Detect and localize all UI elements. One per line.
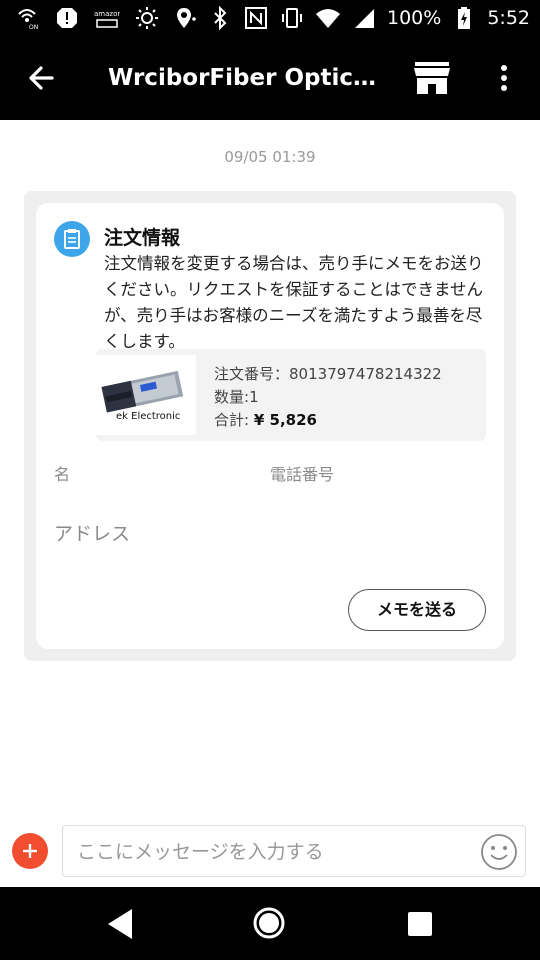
nav-recents-icon[interactable] <box>408 912 432 936</box>
clock: 5:52 <box>487 7 530 29</box>
product-info: 注文番号：8013797478214322 数量:1 合計: ¥ 5,826 <box>214 363 442 432</box>
product-image[interactable]: ek Electronic <box>86 355 196 435</box>
phone-label: 電話番号 <box>270 465 335 484</box>
order-card: 注文情報 注文情報を変更する場合は、売り手にメモをお送りください。リクエストを保… <box>36 203 504 649</box>
order-number-label: 注文番号： <box>214 365 290 383</box>
address-label: アドレス <box>54 523 131 545</box>
product-summary[interactable]: ek Electronic 注文番号：8013797478214322 数量:1… <box>86 349 486 441</box>
total-label: 合計: <box>214 411 250 429</box>
nav-back-icon[interactable] <box>106 907 136 941</box>
nfc-icon <box>243 5 269 31</box>
back-arrow-icon[interactable] <box>22 58 62 98</box>
system-nav-bar <box>0 887 540 960</box>
message-timestamp: 09/05 01:39 <box>224 148 316 166</box>
amazon-icon: amazon <box>94 5 120 31</box>
battery-icon <box>451 5 477 31</box>
emoji-icon[interactable] <box>480 833 518 871</box>
order-number-row: 注文番号：8013797478214322 <box>214 363 442 386</box>
svg-text:ON: ON <box>29 24 38 30</box>
order-card-title: 注文情報 <box>104 227 181 249</box>
status-bar: ON amazon 100% 5:52 <box>0 0 540 36</box>
quantity-label: 数量: <box>214 388 250 406</box>
alert-icon <box>54 5 80 31</box>
chat-title: WrciborFiber Optical... <box>108 65 388 91</box>
wifi-icon <box>315 5 341 31</box>
message-input[interactable]: ここにメッセージを入力する <box>62 825 526 877</box>
nav-home-icon[interactable] <box>252 906 286 940</box>
order-card-description: 注文情報を変更する場合は、売り手にメモをお送りください。リクエストを保証すること… <box>104 254 484 351</box>
wifi-calling-icon: ON <box>14 5 40 31</box>
chat-content[interactable]: 09/05 01:39 注文情報 注文情報を変更する場合は、売り手にメモをお送り… <box>0 120 540 825</box>
clipboard-icon <box>54 221 90 257</box>
brightness-icon <box>134 5 160 31</box>
send-memo-button[interactable]: メモを送る <box>348 589 486 631</box>
vibrate-icon <box>279 5 305 31</box>
more-vert-icon[interactable] <box>492 58 516 98</box>
svg-text:amazon: amazon <box>94 10 120 18</box>
name-label: 名 <box>54 465 71 484</box>
app-bar: WrciborFiber Optical... <box>0 36 540 120</box>
product-image-watermark: ek Electronic <box>116 411 181 422</box>
bluetooth-icon <box>207 5 233 31</box>
message-input-bar: ここにメッセージを入力する <box>0 825 540 887</box>
battery-percent: 100% <box>387 7 442 29</box>
add-attachment-button[interactable] <box>12 833 48 869</box>
plus-icon <box>23 844 37 858</box>
total-row: 合計: ¥ 5,826 <box>214 409 442 432</box>
total-value: ¥ 5,826 <box>253 411 317 429</box>
quantity-value: 1 <box>249 388 259 406</box>
signal-icon <box>351 5 377 31</box>
order-number-value: 8013797478214322 <box>289 365 442 383</box>
quantity-row: 数量:1 <box>214 386 442 409</box>
location-icon <box>171 5 197 31</box>
store-icon[interactable] <box>412 60 452 96</box>
order-message-bubble: 注文情報 注文情報を変更する場合は、売り手にメモをお送りください。リクエストを保… <box>24 191 516 661</box>
